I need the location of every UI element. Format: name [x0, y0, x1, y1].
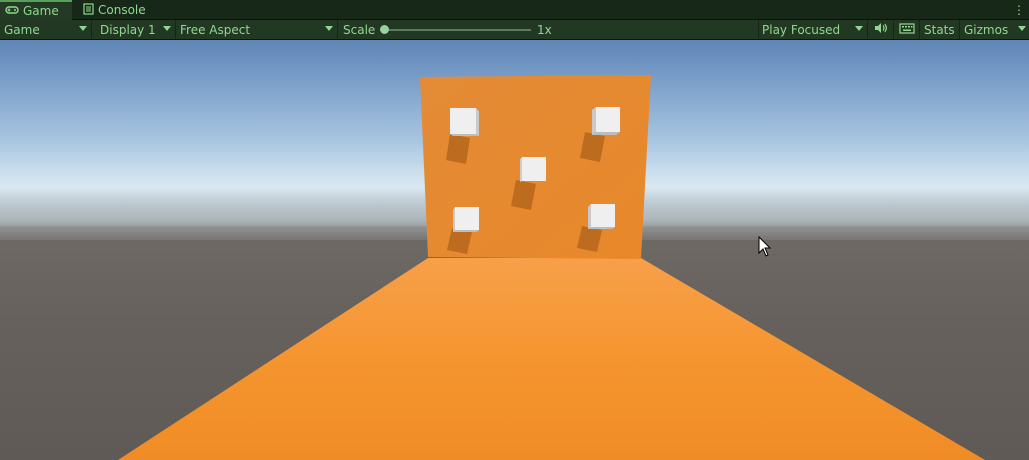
gizmos-button[interactable]: Gizmos	[960, 20, 1029, 39]
display-select-label: Display 1	[100, 22, 156, 37]
game-viewport[interactable]	[0, 40, 1029, 460]
cube	[592, 107, 620, 135]
keyboard-shortcuts-button[interactable]	[894, 20, 920, 39]
tab-game[interactable]: Game	[0, 0, 72, 20]
stats-label: Stats	[924, 22, 955, 37]
view-select[interactable]: Game	[0, 20, 92, 39]
gamepad-icon	[5, 4, 19, 18]
scale-slider-track[interactable]	[385, 29, 531, 31]
stats-button[interactable]: Stats	[920, 20, 960, 39]
cube	[520, 157, 546, 182]
tab-console-label: Console	[98, 3, 146, 17]
aspect-select-label: Free Aspect	[180, 22, 251, 37]
aspect-select[interactable]: Free Aspect	[176, 20, 338, 39]
view-select-label: Game	[4, 22, 40, 37]
chevron-down-icon	[1018, 26, 1026, 31]
floor-plane	[118, 258, 985, 460]
scale-label: Scale	[343, 22, 376, 37]
mouse-cursor-icon	[758, 235, 772, 262]
scale-value: 1x	[537, 22, 552, 37]
scene-render	[118, 75, 985, 460]
chevron-down-icon	[163, 26, 171, 31]
display-select[interactable]: Display 1	[96, 20, 176, 39]
gizmos-label: Gizmos	[964, 22, 1009, 37]
more-options-icon[interactable]: ⋮	[1013, 2, 1025, 18]
chevron-down-icon	[79, 26, 87, 31]
cube	[453, 207, 479, 232]
play-mode-label: Play Focused	[762, 22, 841, 37]
console-icon	[83, 2, 94, 18]
scale-slider-thumb[interactable]	[380, 25, 389, 34]
mute-audio-button[interactable]	[868, 20, 894, 39]
unity-game-window: Game Console ⋮ Game Display 1 Free Aspec…	[0, 0, 1029, 460]
speaker-icon	[874, 22, 888, 37]
cube	[450, 108, 479, 136]
cube-shadow	[446, 134, 470, 164]
cube	[588, 204, 615, 229]
chevron-down-icon	[325, 26, 333, 31]
game-toolbar: Game Display 1 Free Aspect Scale 1x Play…	[0, 20, 1029, 40]
tab-strip: Game Console ⋮	[0, 0, 1029, 20]
keyboard-icon	[898, 22, 915, 37]
play-mode-select[interactable]: Play Focused	[758, 20, 868, 39]
chevron-down-icon	[855, 26, 863, 31]
tab-console[interactable]: Console	[78, 0, 158, 20]
tab-game-label: Game	[23, 4, 59, 18]
